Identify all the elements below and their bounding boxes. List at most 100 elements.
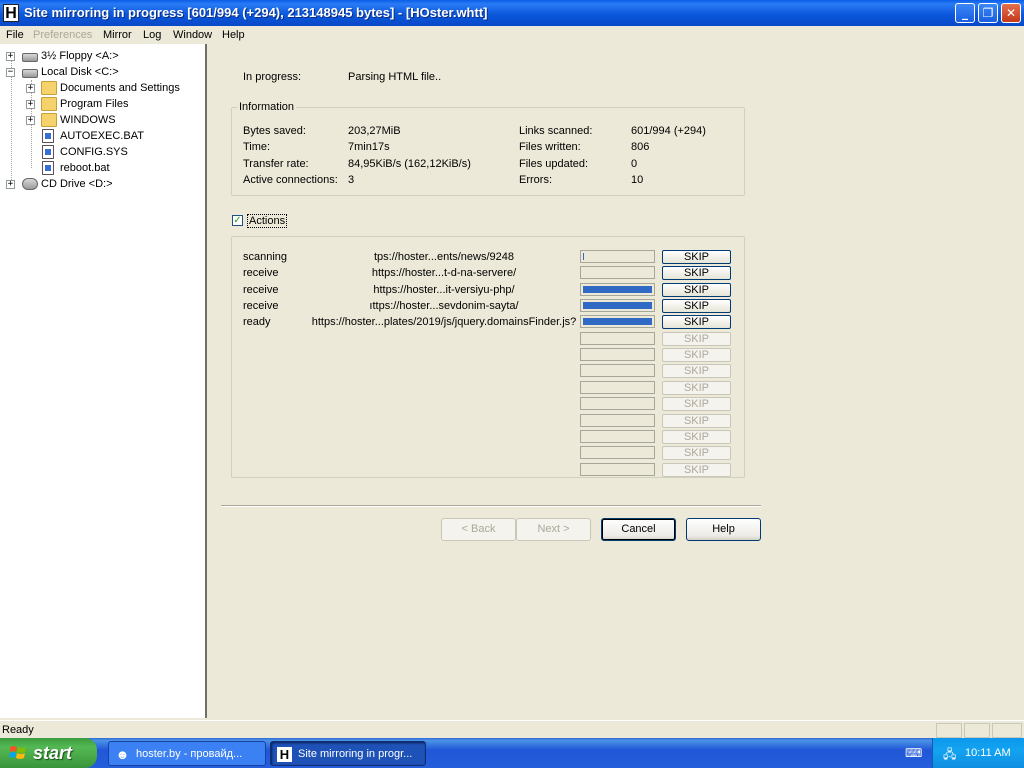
network-icon[interactable]: 🖧	[943, 745, 956, 766]
menu-bar: File Preferences Mirror Log Window Help	[0, 26, 1024, 44]
menu-help[interactable]: Help	[222, 28, 245, 42]
progress-fill	[583, 318, 652, 325]
tree-item-floppy[interactable]: + 3½ Floppy <A:>	[0, 48, 200, 64]
start-button[interactable]: start	[0, 738, 97, 768]
tree-item-label: Local Disk <C:>	[41, 66, 119, 78]
action-status: scanning	[243, 251, 288, 263]
expand-icon[interactable]: +	[26, 116, 35, 125]
menu-preferences[interactable]: Preferences	[33, 28, 92, 42]
skip-button[interactable]: SKIP	[662, 283, 731, 297]
skip-button[interactable]: SKIP	[662, 414, 731, 428]
menu-file[interactable]: File	[6, 28, 24, 42]
hard-drive-icon	[22, 69, 38, 78]
tree-item-label: WINDOWS	[60, 114, 116, 126]
tree-item-autoexec[interactable]: AUTOEXEC.BAT	[0, 128, 200, 144]
minimize-button[interactable]: _	[955, 3, 975, 23]
files-updated-label: Files updated:	[519, 158, 589, 170]
folder-icon	[41, 81, 57, 95]
expand-icon[interactable]: +	[6, 180, 15, 189]
menu-window[interactable]: Window	[173, 28, 212, 42]
skip-button[interactable]: SKIP	[662, 397, 731, 411]
skip-button[interactable]: SKIP	[662, 250, 731, 264]
actions-checkbox-label[interactable]: Actions	[247, 214, 288, 228]
next-button[interactable]: Next >	[516, 518, 591, 541]
action-progress-bar	[580, 332, 655, 345]
links-scanned-value: 601/994 (+294)	[631, 125, 706, 137]
tree-item-windows[interactable]: + WINDOWS	[0, 112, 200, 128]
action-url: https://hoster...plates/2019/js/jquery.d…	[311, 316, 577, 328]
folder-icon	[41, 113, 57, 127]
action-progress-bar	[580, 446, 655, 459]
tree-item-cd-drive[interactable]: + CD Drive <D:>	[0, 176, 200, 192]
skip-button[interactable]: SKIP	[662, 463, 731, 477]
skip-button[interactable]: SKIP	[662, 364, 731, 378]
skip-button[interactable]: SKIP	[662, 446, 731, 460]
folder-tree[interactable]: + 3½ Floppy <A:> − Local Disk <C:> + Doc…	[0, 44, 207, 718]
status-pane	[992, 723, 1022, 738]
menu-mirror[interactable]: Mirror	[103, 28, 132, 42]
skip-button[interactable]: SKIP	[662, 315, 731, 329]
information-title: Information	[237, 101, 297, 113]
clock[interactable]: 10:11 AM	[965, 746, 1011, 760]
status-pane	[936, 723, 962, 738]
start-label: start	[33, 743, 73, 763]
tree-item-config[interactable]: CONFIG.SYS	[0, 144, 200, 160]
files-written-label: Files written:	[519, 141, 581, 153]
links-scanned-label: Links scanned:	[519, 125, 593, 137]
tree-item-label: CD Drive <D:>	[41, 178, 113, 190]
action-progress-bar	[580, 414, 655, 427]
bytes-saved-label: Bytes saved:	[243, 125, 306, 137]
close-button[interactable]: ✕	[1001, 3, 1021, 23]
skip-button[interactable]: SKIP	[662, 332, 731, 346]
tree-item-label: CONFIG.SYS	[60, 146, 128, 158]
httrack-icon: H	[277, 747, 292, 762]
keyboard-icon[interactable]: ⌨	[905, 746, 922, 760]
expand-icon[interactable]: +	[26, 84, 35, 93]
taskbar-task-httrack[interactable]: H Site mirroring in progr...	[270, 741, 426, 766]
action-progress-bar	[580, 250, 655, 263]
progress-fill	[583, 302, 652, 309]
active-connections-label: Active connections:	[243, 174, 338, 186]
action-progress-bar	[580, 348, 655, 361]
transfer-rate-label: Transfer rate:	[243, 158, 309, 170]
action-url: https://hoster...t-d-na-servere/	[371, 267, 517, 279]
task-label: Site mirroring in progr...	[298, 748, 413, 760]
progress-fill	[583, 286, 652, 293]
tree-item-label: reboot.bat	[60, 162, 110, 174]
cancel-button[interactable]: Cancel	[601, 518, 676, 541]
action-status: receive	[243, 284, 279, 296]
tree-item-local-disk[interactable]: − Local Disk <C:>	[0, 64, 200, 80]
httrack-app-icon: H	[3, 4, 19, 22]
errors-value: 10	[631, 174, 644, 186]
tree-item-label: Program Files	[60, 98, 129, 110]
status-pane	[964, 723, 990, 738]
title-bar[interactable]: H Site mirroring in progress [601/994 (+…	[0, 0, 1024, 26]
window-title: Site mirroring in progress [601/994 (+29…	[24, 5, 488, 20]
tree-item-label: AUTOEXEC.BAT	[60, 130, 144, 142]
skip-button[interactable]: SKIP	[662, 348, 731, 362]
skip-button[interactable]: SKIP	[662, 381, 731, 395]
restore-button[interactable]: ❐	[978, 3, 998, 23]
collapse-icon[interactable]: −	[6, 68, 15, 77]
tree-item-reboot[interactable]: reboot.bat	[0, 160, 200, 176]
taskbar-task-browser[interactable]: ☻ hoster.by - провайд...	[108, 741, 266, 766]
skip-button[interactable]: SKIP	[662, 430, 731, 444]
help-button[interactable]: Help	[686, 518, 761, 541]
skip-button[interactable]: SKIP	[662, 266, 731, 280]
active-connections-value: 3	[348, 174, 355, 186]
tree-item-documents[interactable]: + Documents and Settings	[0, 80, 200, 96]
action-status: receive	[243, 267, 279, 279]
action-progress-bar	[580, 430, 655, 443]
taskbar: start ☻ hoster.by - провайд... H Site mi…	[0, 738, 1024, 768]
skip-button[interactable]: SKIP	[662, 299, 731, 313]
tree-item-program-files[interactable]: + Program Files	[0, 96, 200, 112]
tree-item-label: 3½ Floppy <A:>	[41, 50, 119, 62]
action-url: tps://hoster...ents/news/9248	[373, 251, 515, 263]
expand-icon[interactable]: +	[6, 52, 15, 61]
browser-icon: ☻	[115, 747, 130, 762]
menu-log[interactable]: Log	[143, 28, 161, 42]
back-button[interactable]: < Back	[441, 518, 516, 541]
task-label: hoster.by - провайд...	[136, 748, 243, 760]
expand-icon[interactable]: +	[26, 100, 35, 109]
actions-checkbox[interactable]: ✓	[232, 215, 243, 226]
